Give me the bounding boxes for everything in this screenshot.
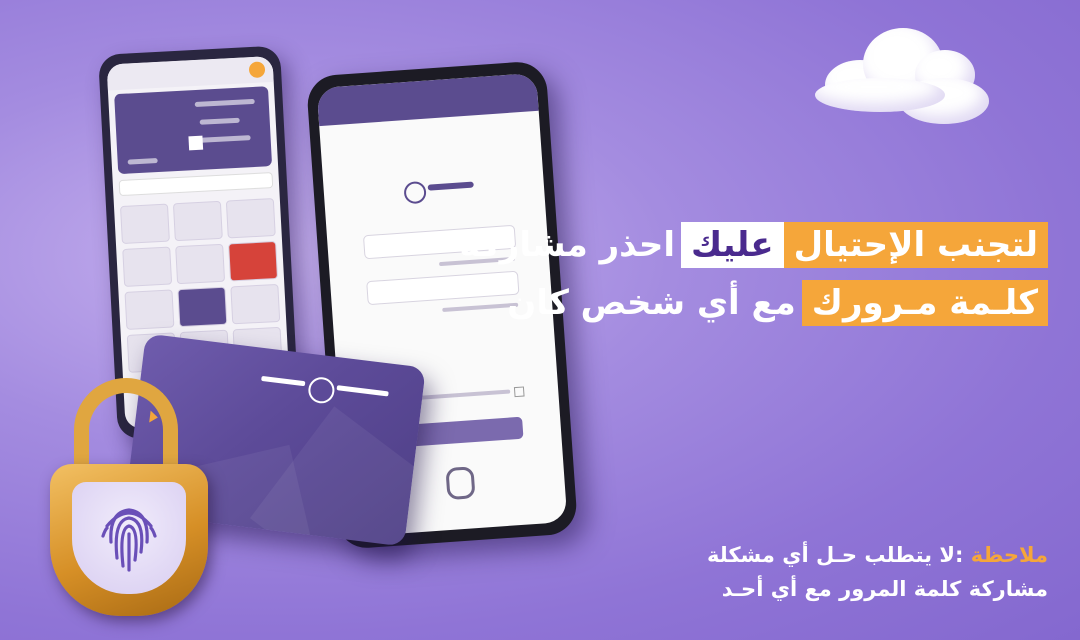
note: ملاحظة :لا يتطلب حـل أي مشكلة مشاركة كلم… — [628, 538, 1048, 606]
note-prefix: ملاحظة — [970, 543, 1048, 567]
qr-icon — [188, 135, 204, 151]
note-line-1: :لا يتطلب حـل أي مشكلة — [707, 543, 964, 567]
avatar-icon — [248, 61, 266, 79]
cloud-decoration — [815, 20, 1005, 130]
headline-highlight-2: عليك — [680, 222, 784, 268]
headline-highlight-1: لتجنب الإحتيال — [783, 222, 1048, 268]
fingerprint-icon — [445, 466, 476, 501]
headline-text-2: مع أي شخص كان — [507, 283, 796, 323]
padlock-icon — [44, 378, 220, 626]
headline-highlight-3: كلـمة مـرورك — [801, 280, 1048, 326]
account-card-mockup — [114, 86, 273, 175]
bank-logo-icon — [259, 370, 391, 412]
promo-banner: لتجنب الإحتيالعليكاحذر مشاركة كلـمة مـرو… — [0, 0, 1080, 640]
note-line-2: مشاركة كلمة المرور مع أي أحـد — [721, 577, 1048, 601]
headline-text-1: احذر مشاركة — [459, 225, 675, 265]
password-field-mockup — [366, 270, 520, 306]
search-bar-mockup — [118, 172, 274, 197]
bank-logo-icon — [403, 176, 474, 205]
headline: لتجنب الإحتيالعليكاحذر مشاركة كلـمة مـرو… — [459, 222, 1048, 338]
fingerprint-icon — [101, 508, 157, 572]
